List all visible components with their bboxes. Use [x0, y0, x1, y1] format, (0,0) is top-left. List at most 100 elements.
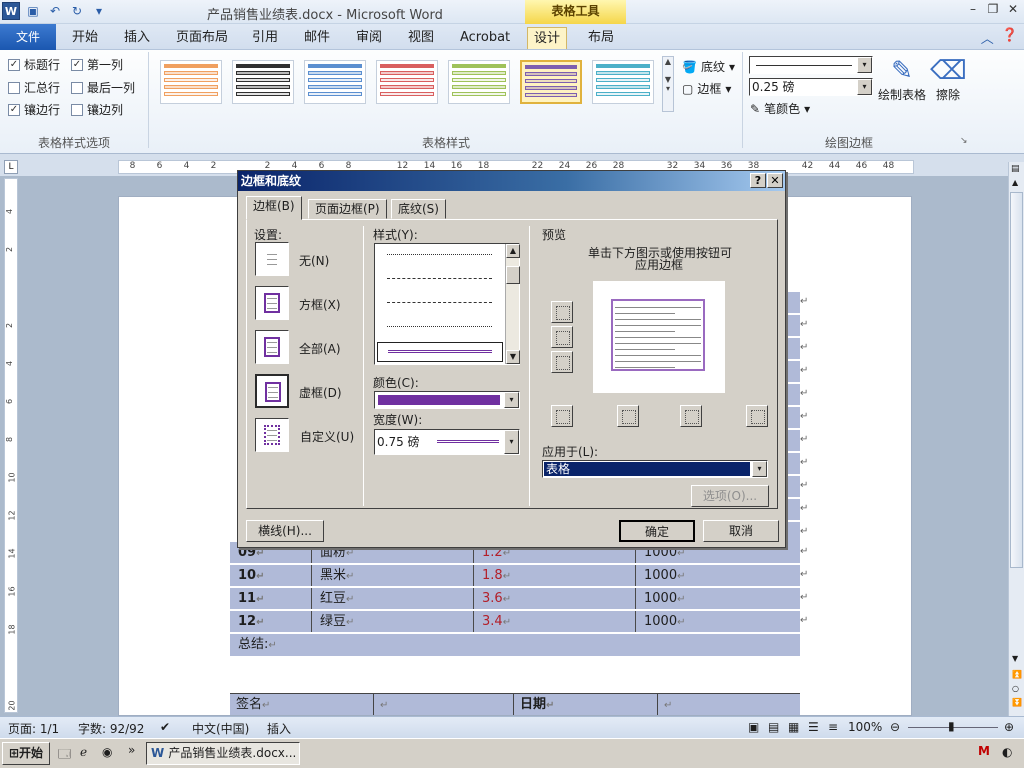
border-style-list[interactable]: ▲ ▼	[374, 243, 520, 365]
table-style-thumb[interactable]	[592, 60, 654, 104]
date-value-cell[interactable]: ↵	[658, 694, 800, 715]
start-button[interactable]: ⊞开始	[2, 742, 50, 765]
draw-table-button[interactable]: ✎ 绘制表格	[876, 56, 928, 103]
table-row-edge[interactable]	[786, 315, 800, 337]
style-dash-dot-dot[interactable]	[387, 326, 492, 327]
table-row-edge[interactable]	[786, 499, 800, 521]
tab-mailings[interactable]: 邮件	[298, 27, 336, 49]
dialog-close-icon[interactable]: ✕	[767, 173, 783, 188]
tab-design[interactable]: 设计	[527, 27, 568, 49]
shading-button[interactable]: 🪣 底纹 ▾	[682, 58, 735, 75]
setting-grid-label[interactable]: 虚框(D)	[299, 384, 342, 401]
eraser-button[interactable]: ⌫ 擦除	[930, 56, 967, 103]
gallery-scroll[interactable]: ▲ ▼ ▾	[662, 56, 674, 112]
table-row-edge[interactable]	[786, 292, 800, 314]
cell-number[interactable]: 11↵	[230, 588, 312, 609]
dialog-title-bar[interactable]: 边框和底纹	[238, 171, 785, 191]
dialog-tab-borders[interactable]: 边框(B)	[246, 196, 302, 220]
zoom-out-icon[interactable]: ⊖	[890, 720, 900, 734]
cell-sales[interactable]: 1.8↵	[474, 565, 636, 586]
customize-qat-icon[interactable]: ▾	[90, 2, 108, 20]
options-button[interactable]: 选项(O)...	[691, 485, 769, 507]
quick-launch-media-icon[interactable]: ◉	[102, 745, 112, 759]
prev-page-icon[interactable]: ⏫	[1012, 670, 1022, 679]
header-row-checkbox[interactable]: ✓	[8, 58, 20, 71]
scroll-up-icon[interactable]: ▲	[506, 244, 520, 258]
cell-sales[interactable]: 3.6↵	[474, 588, 636, 609]
tab-layout[interactable]: 布局	[582, 27, 620, 49]
table-row-edge[interactable]	[786, 338, 800, 360]
tab-page-layout[interactable]: 页面布局	[170, 27, 234, 49]
setting-all-label[interactable]: 全部(A)	[299, 340, 341, 357]
scroll-down-icon[interactable]: ▼	[1012, 654, 1018, 663]
cell-product[interactable]: 黑米↵	[312, 565, 474, 586]
cell-target[interactable]: 1000↵	[636, 611, 800, 632]
line-style-combo[interactable]: ▾	[749, 56, 873, 74]
table-style-thumb[interactable]	[232, 60, 294, 104]
help-icon[interactable]: ❓	[1002, 28, 1018, 47]
cancel-button[interactable]: 取消	[703, 520, 779, 542]
table-style-thumb[interactable]	[376, 60, 438, 104]
tab-acrobat[interactable]: Acrobat	[454, 27, 516, 49]
sign-value-cell[interactable]: ↵	[374, 694, 514, 715]
first-column-checkbox[interactable]: ✓	[71, 58, 83, 71]
last-column-checkbox[interactable]	[71, 81, 83, 94]
cell-sales[interactable]: 3.4↵	[474, 611, 636, 632]
option-banded-rows[interactable]: ✓ 镶边行	[8, 101, 60, 118]
redo-icon[interactable]: ↻	[68, 2, 86, 20]
restore-icon[interactable]: ❐	[986, 2, 1000, 16]
style-list-scrollbar[interactable]: ▲ ▼	[505, 244, 520, 364]
diagonal-up-border-button[interactable]	[746, 405, 768, 427]
tab-stop-selector[interactable]: L	[4, 160, 18, 174]
option-total-row[interactable]: 汇总行	[8, 79, 60, 96]
scroll-down-icon[interactable]: ▼	[506, 350, 520, 364]
table-row-edge[interactable]	[786, 430, 800, 452]
cell-number[interactable]: 10↵	[230, 565, 312, 586]
apply-to-combo[interactable]: 表格 ▾	[542, 460, 768, 478]
option-banded-columns[interactable]: 镶边列	[71, 101, 123, 118]
browse-object-icon[interactable]: ○	[1012, 684, 1019, 693]
tab-file[interactable]: 文件	[0, 24, 56, 50]
option-header-row[interactable]: ✓ 标题行	[8, 56, 60, 73]
tray-app-icon[interactable]: M	[978, 744, 990, 758]
scroll-up-icon[interactable]: ▲	[1012, 178, 1018, 187]
quick-launch-desktop-icon[interactable]: 🗔	[58, 745, 71, 766]
date-label-cell[interactable]: 日期↵	[514, 694, 658, 715]
word-logo-icon[interactable]: W	[2, 2, 20, 20]
option-last-column[interactable]: 最后一列	[71, 79, 135, 96]
border-color-combo[interactable]: ▾	[374, 391, 520, 409]
border-width-combo[interactable]: 0.75 磅 ▾	[374, 429, 520, 455]
inside-horizontal-border-button[interactable]	[551, 326, 573, 348]
close-icon[interactable]: ✕	[1006, 2, 1020, 16]
style-dash-dot[interactable]	[387, 302, 492, 303]
insert-mode[interactable]: 插入	[267, 720, 291, 737]
border-preview[interactable]	[593, 281, 725, 393]
bottom-border-button[interactable]	[551, 351, 573, 373]
dialog-tab-page-border[interactable]: 页面边框(P)	[308, 199, 387, 219]
table-row-edge[interactable]	[786, 453, 800, 475]
draft-icon[interactable]: ≡	[828, 720, 838, 734]
vertical-ruler[interactable]: 4 2 2 4 6 8 10 12 14 16 18 20	[4, 178, 18, 713]
signature-row[interactable]: 签名↵ ↵ 日期↵ ↵	[230, 693, 800, 715]
setting-box-label[interactable]: 方框(X)	[299, 296, 341, 313]
cell-target[interactable]: 1000↵	[636, 588, 800, 609]
vertical-scrollbar[interactable]: ▤ ▲ ▼ ⏫ ○ ⏬	[1008, 162, 1024, 716]
table-style-thumb[interactable]	[304, 60, 366, 104]
tab-home[interactable]: 开始	[66, 27, 104, 49]
table-row[interactable]: 10↵ 黑米↵ 1.8↵ 1000↵	[230, 565, 800, 587]
borders-button[interactable]: ▢ 边框 ▾	[682, 80, 731, 97]
setting-none-icon[interactable]	[255, 242, 289, 276]
pen-color-button[interactable]: ✎ 笔颜色 ▾	[750, 100, 810, 117]
page-count[interactable]: 页面: 1/1	[8, 720, 59, 737]
tab-references[interactable]: 引用	[246, 27, 284, 49]
inside-vertical-border-button[interactable]	[680, 405, 702, 427]
next-page-icon[interactable]: ⏬	[1012, 698, 1022, 707]
style-dotted[interactable]	[387, 254, 492, 255]
outline-icon[interactable]: ☰	[808, 720, 819, 734]
table-row-edge[interactable]	[786, 476, 800, 498]
web-layout-icon[interactable]: ▦	[788, 720, 799, 734]
zoom-level[interactable]: 100%	[848, 720, 882, 734]
scroll-thumb[interactable]	[1010, 192, 1023, 568]
quick-launch-more-icon[interactable]: »	[128, 743, 135, 757]
setting-none-label[interactable]: 无(N)	[299, 252, 329, 269]
